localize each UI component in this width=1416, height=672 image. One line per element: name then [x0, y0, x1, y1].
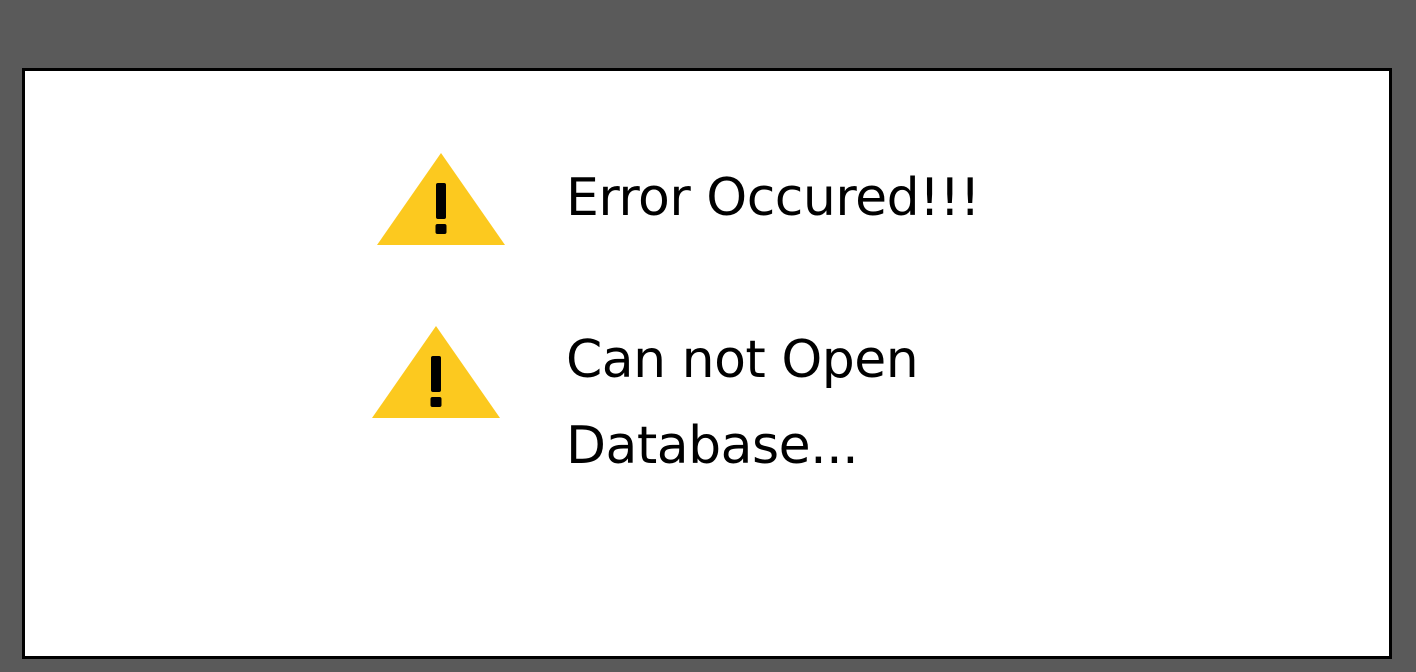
warning-icon [371, 324, 501, 420]
error-detail-line-1: Can not Open [566, 330, 919, 390]
warning-icon [376, 151, 506, 247]
error-title: Error Occured!!! [566, 168, 981, 228]
error-dialog: Error Occured!!! Can not Open Database..… [22, 68, 1392, 659]
error-detail-line-2: Database... [566, 416, 859, 476]
screen-background: { "dialog": { "messages": [ { "icon": "w… [0, 0, 1416, 672]
